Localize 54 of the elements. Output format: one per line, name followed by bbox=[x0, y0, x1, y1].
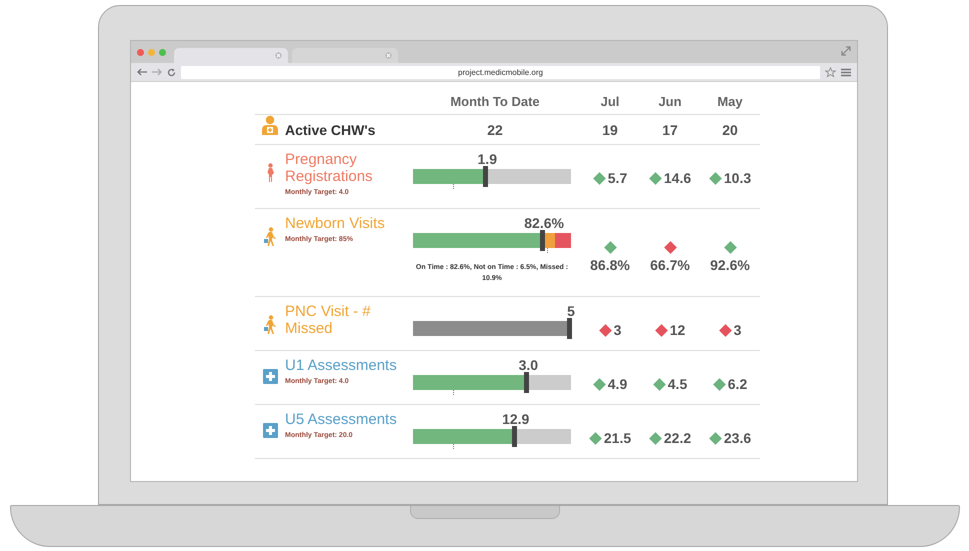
month-value: 23.6 bbox=[724, 430, 752, 446]
walking-person-icon bbox=[263, 227, 277, 247]
browser-tab[interactable] bbox=[174, 48, 288, 63]
month-value: 22.2 bbox=[664, 430, 692, 446]
back-arrow-icon[interactable] bbox=[137, 68, 147, 76]
window-control-dot[interactable] bbox=[148, 48, 155, 56]
month-value: 86.8% bbox=[590, 257, 630, 273]
month-value: 6.2 bbox=[728, 376, 748, 392]
month-value: 5.7 bbox=[608, 170, 628, 186]
column-header: Month To Date bbox=[449, 94, 541, 108]
menu-icon[interactable] bbox=[841, 68, 851, 76]
month-value: 4.5 bbox=[668, 376, 688, 392]
forward-arrow-icon[interactable] bbox=[152, 68, 162, 76]
month-value: 3 bbox=[734, 322, 742, 338]
metric-value: 12.9 bbox=[502, 411, 530, 427]
month-value: 12 bbox=[670, 322, 686, 338]
month-value: 66.7% bbox=[650, 257, 690, 273]
metric-value: 1.9 bbox=[478, 151, 497, 167]
metric-title: Active CHW's bbox=[285, 122, 376, 138]
month-value: 92.6% bbox=[710, 257, 750, 273]
month-value: 21.5 bbox=[604, 430, 632, 446]
metric-title: Pregnancy Registrations bbox=[285, 151, 374, 185]
metric-value: 82.6% bbox=[524, 215, 564, 231]
month-value: 10.3 bbox=[724, 170, 752, 186]
month-value: 20 bbox=[721, 122, 739, 138]
metric-value: 22 bbox=[486, 122, 504, 138]
metric-title: Newborn Visits bbox=[285, 215, 386, 232]
month-value: 3 bbox=[614, 322, 622, 338]
window-control-dot[interactable] bbox=[159, 48, 166, 56]
metric-title: PNC Visit - # Missed bbox=[285, 303, 372, 337]
star-icon[interactable] bbox=[825, 66, 836, 78]
pregnant-woman-icon bbox=[266, 163, 274, 183]
address-bar[interactable]: project.medicmobile.org bbox=[181, 66, 820, 78]
reload-icon[interactable] bbox=[167, 68, 176, 76]
month-value: 4.9 bbox=[608, 376, 628, 392]
month-value: 17 bbox=[661, 122, 679, 138]
column-header: May bbox=[716, 94, 744, 108]
column-header: Jun bbox=[657, 94, 683, 108]
metric-title: U1 Assessments bbox=[285, 357, 398, 374]
column-header: Jul bbox=[600, 94, 620, 108]
browser-tab[interactable] bbox=[292, 48, 398, 63]
window-control-dot[interactable] bbox=[137, 48, 144, 56]
plus-box-icon bbox=[262, 423, 278, 438]
walking-person-icon bbox=[263, 315, 277, 335]
month-value: 19 bbox=[601, 122, 619, 138]
month-value: 14.6 bbox=[664, 170, 692, 186]
close-icon[interactable] bbox=[385, 52, 392, 59]
metric-value: 3.0 bbox=[518, 357, 538, 373]
health-worker-icon bbox=[261, 115, 279, 135]
plus-box-icon bbox=[262, 369, 278, 384]
metric-title: U5 Assessments bbox=[285, 411, 398, 428]
metric-value: 5 bbox=[567, 303, 575, 319]
close-icon[interactable] bbox=[275, 52, 282, 59]
expand-icon[interactable] bbox=[841, 46, 851, 56]
